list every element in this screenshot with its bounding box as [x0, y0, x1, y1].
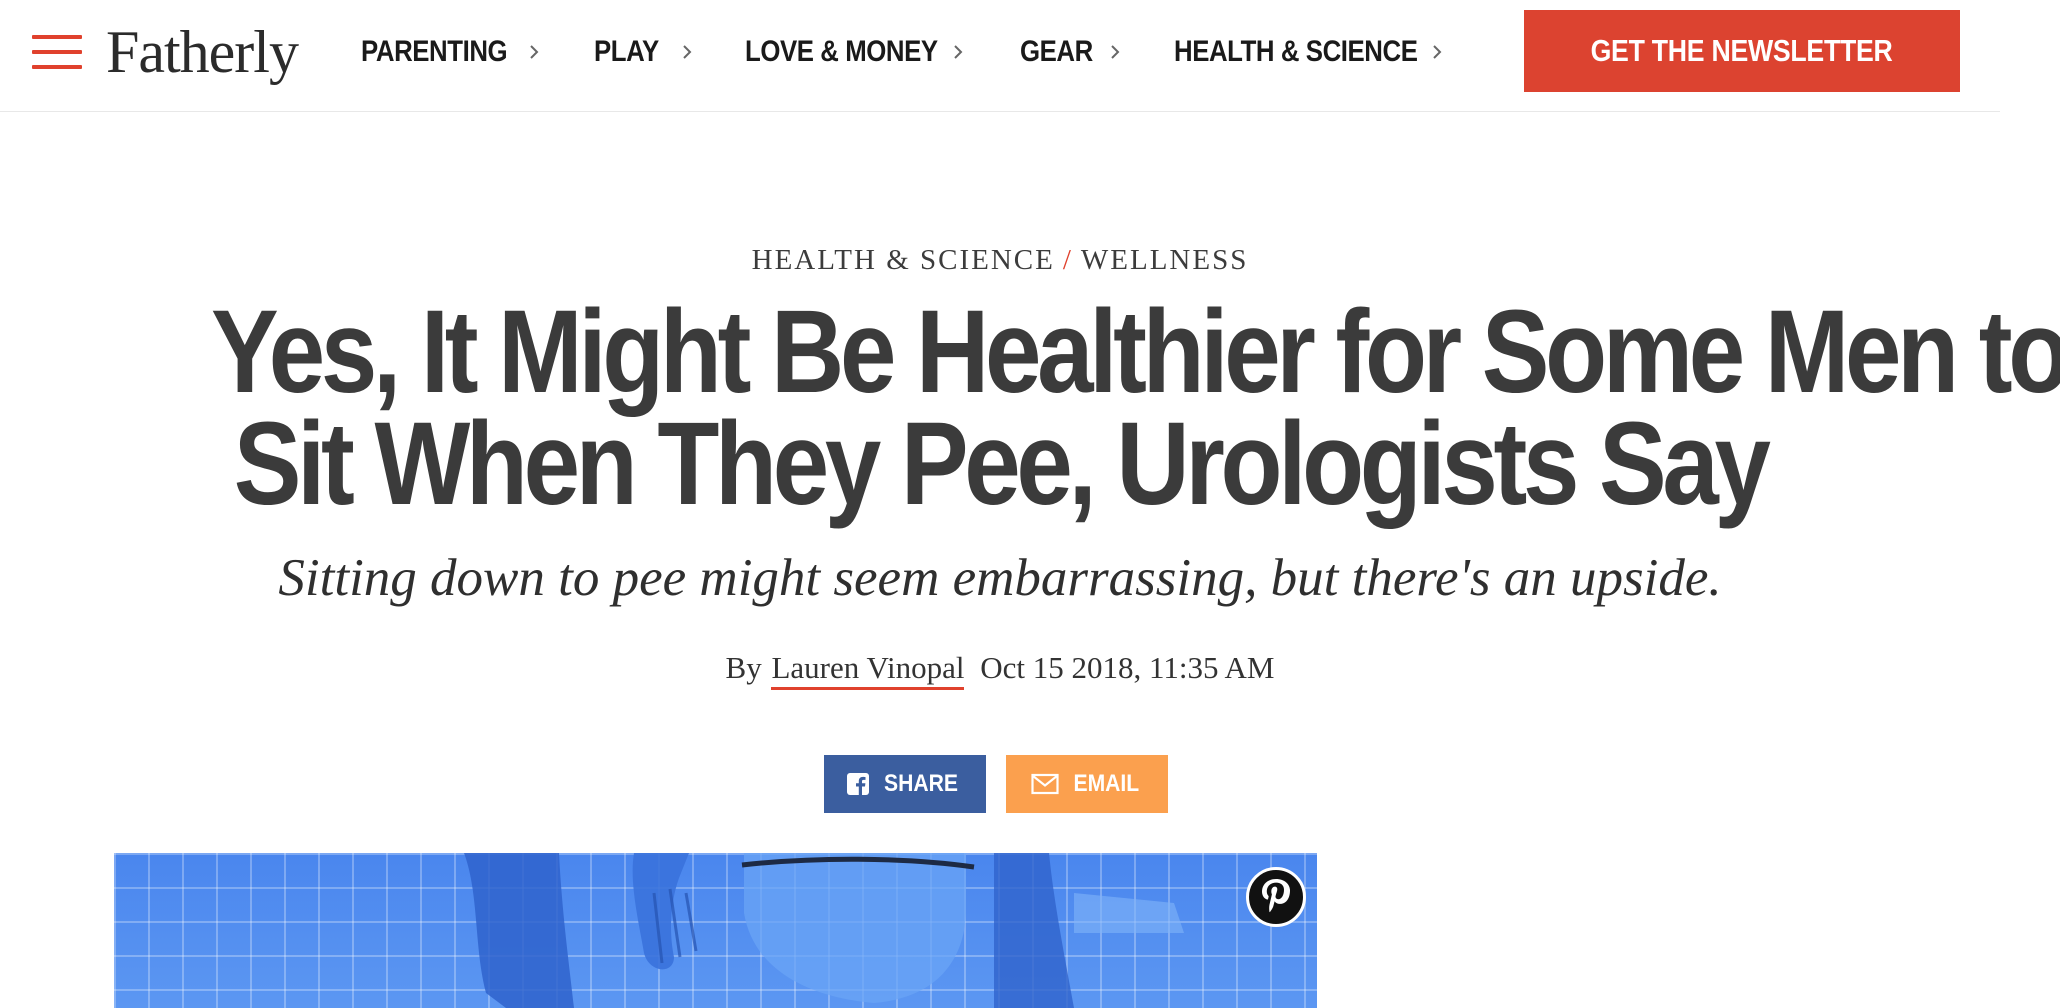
- article-dek: Sitting down to pee might seem embarrass…: [278, 549, 1722, 607]
- nav-item-health-science[interactable]: HEALTH & SCIENCE: [1174, 30, 1457, 74]
- chevron-right-icon: [954, 45, 963, 59]
- headline-line-2: Sit When They Pee, Urologists Say: [233, 398, 1771, 530]
- chevron-right-icon: [530, 45, 539, 59]
- chevron-right-icon: [683, 45, 692, 59]
- author-link[interactable]: Lauren Vinopal: [771, 650, 965, 690]
- nav-item-play[interactable]: PLAY: [594, 30, 692, 74]
- email-share-button[interactable]: EMAIL: [1006, 755, 1168, 813]
- facebook-share-button[interactable]: SHARE: [824, 755, 986, 813]
- site-header: Fatherly PARENTING PLAY LOVE & MONEY GEA…: [0, 0, 2000, 112]
- chevron-right-icon: [1433, 45, 1442, 59]
- site-logo[interactable]: Fatherly: [106, 14, 299, 90]
- hero-image: [114, 853, 1317, 1008]
- nav-item-label: LOVE & MONEY: [745, 35, 938, 68]
- breadcrumb-subsection-link[interactable]: WELLNESS: [1081, 244, 1248, 276]
- article-headline: Yes, It Might Be Healthier for Some Men …: [60, 293, 2060, 530]
- chevron-right-icon: [1111, 45, 1120, 59]
- nav-item-label: PARENTING: [361, 35, 508, 68]
- hamburger-menu-icon[interactable]: [32, 33, 82, 71]
- headline-line-1: Yes, It Might Be Healthier for Some Men …: [210, 286, 2060, 418]
- publish-date: Oct 15 2018, 11:35 AM: [980, 650, 1275, 685]
- newsletter-button[interactable]: GET THE NEWSLETTER: [1524, 10, 1960, 92]
- breadcrumb: HEALTH & SCIENCE / WELLNESS: [0, 244, 2000, 277]
- nav-item-label: PLAY: [594, 35, 659, 68]
- nav-item-label: HEALTH & SCIENCE: [1174, 35, 1418, 68]
- pinterest-icon: [1262, 879, 1290, 913]
- nav-item-gear[interactable]: GEAR: [1020, 30, 1120, 74]
- email-share-label: EMAIL: [1073, 770, 1139, 797]
- newsletter-button-label: GET THE NEWSLETTER: [1591, 33, 1893, 68]
- envelope-icon: [1031, 773, 1059, 795]
- nav-item-label: GEAR: [1020, 35, 1093, 68]
- byline: By Lauren Vinopal Oct 15 2018, 11:35 AM: [0, 650, 2000, 690]
- facebook-share-label: SHARE: [884, 770, 958, 797]
- nav-item-parenting[interactable]: PARENTING: [361, 30, 539, 74]
- pinterest-save-button[interactable]: [1246, 867, 1306, 927]
- byline-prefix: By: [725, 650, 762, 685]
- nav-item-love-money[interactable]: LOVE & MONEY: [745, 30, 969, 74]
- breadcrumb-separator: /: [1062, 244, 1073, 276]
- hero-illustration: [464, 853, 1184, 1008]
- breadcrumb-section-link[interactable]: HEALTH & SCIENCE: [752, 244, 1055, 276]
- facebook-icon: [846, 773, 869, 795]
